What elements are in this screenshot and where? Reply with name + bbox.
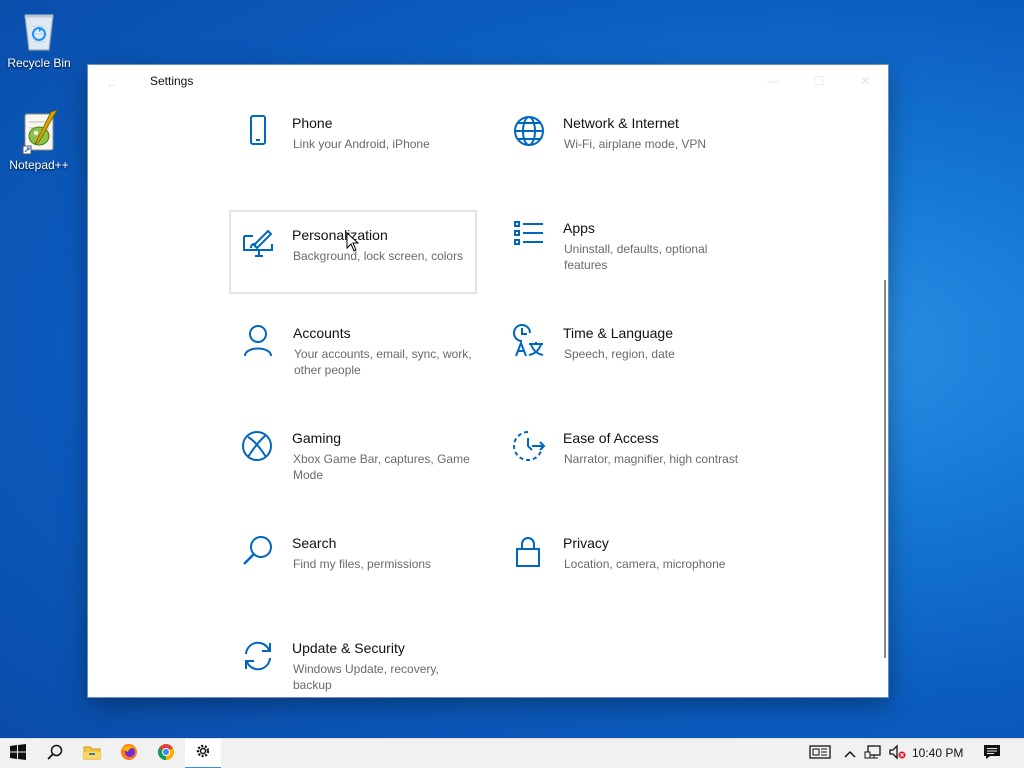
desktop-icon-label: Recycle Bin	[7, 56, 71, 70]
start-icon	[10, 743, 26, 765]
tile-name: Privacy	[563, 535, 609, 551]
tile-name: Apps	[563, 220, 595, 236]
search-icon	[241, 534, 275, 568]
tile-description: Wi-Fi, airplane mode, VPN	[564, 137, 707, 151]
person-icon	[242, 324, 276, 358]
notification-icon	[983, 744, 1001, 765]
show-hidden-icons-button[interactable]	[840, 739, 860, 768]
desktop-icon-label: Notepad++	[9, 158, 69, 172]
taskbar-clock[interactable]: 10:40 PM	[912, 746, 963, 760]
news-button[interactable]	[806, 739, 834, 768]
firefox-icon	[120, 743, 138, 766]
lock-icon	[512, 534, 546, 568]
tile-description: Uninstall, defaults, optional features	[564, 242, 708, 272]
tile-description: Location, camera, microphone	[564, 557, 726, 571]
volume-button[interactable]	[886, 739, 908, 768]
taskbar-chrome[interactable]	[148, 739, 184, 768]
maximize-button[interactable]: ☐	[796, 65, 842, 97]
notepad-plus-plus-icon	[17, 108, 61, 156]
tile-ease-of-access[interactable]: Ease of Access Narrator, magnifier, high…	[500, 423, 748, 507]
tile-description: Find my files, permissions	[293, 557, 432, 571]
tile-time-language[interactable]: Time & Language Speech, region, date	[500, 318, 748, 402]
apps-list-icon	[512, 219, 546, 253]
network-icon	[864, 744, 882, 765]
tile-description: Background, lock screen, colors	[293, 249, 464, 263]
time-language-icon	[512, 324, 546, 358]
tile-name: Personalization	[292, 227, 388, 243]
desktop-icon-recycle-bin[interactable]: Recycle Bin	[3, 6, 75, 70]
tile-description: Narrator, magnifier, high contrast	[564, 452, 739, 466]
tile-search[interactable]: Search Find my files, permissions	[229, 528, 477, 612]
tile-update-security[interactable]: Update & Security Windows Update, recove…	[229, 633, 477, 697]
tile-description: Link your Android, iPhone	[293, 137, 430, 151]
desktop-icon-notepad-plus-plus[interactable]: Notepad++	[3, 108, 75, 172]
taskbar-firefox[interactable]	[111, 739, 147, 768]
settings-gear-icon	[195, 743, 211, 764]
close-button[interactable]: ✕	[842, 65, 888, 97]
tile-name: Time & Language	[563, 325, 673, 341]
tile-apps[interactable]: Apps Uninstall, defaults, optional featu…	[500, 213, 748, 297]
paintbrush-monitor-icon	[241, 226, 275, 260]
sync-arrows-icon	[241, 639, 275, 673]
mouse-cursor-icon	[346, 231, 360, 252]
taskbar-search-button[interactable]	[37, 739, 73, 768]
chrome-icon	[157, 743, 175, 766]
taskbar-settings[interactable]	[185, 739, 221, 768]
vertical-scrollbar[interactable]	[884, 280, 886, 658]
tile-name: Network & Internet	[563, 115, 679, 131]
tile-name: Search	[292, 535, 337, 551]
tile-accounts[interactable]: Accounts Your accounts, email, sync, wor…	[230, 318, 478, 402]
tile-description: Your accounts, email, sync, work, other …	[294, 347, 472, 377]
network-button[interactable]	[862, 739, 884, 768]
tile-name: Phone	[292, 115, 333, 131]
news-icon	[809, 744, 831, 765]
tile-gaming[interactable]: Gaming Xbox Game Bar, captures, Game Mod…	[229, 423, 477, 507]
tile-description: Windows Update, recovery, backup	[293, 662, 439, 692]
tile-privacy[interactable]: Privacy Location, camera, microphone	[500, 528, 748, 612]
start-button[interactable]	[0, 739, 36, 768]
tile-name: Accounts	[293, 325, 351, 341]
recycle-bin-icon	[17, 6, 61, 54]
tile-description: Speech, region, date	[564, 347, 675, 361]
xbox-icon	[241, 429, 275, 463]
taskbar-file-explorer[interactable]	[74, 739, 110, 768]
taskbar: 10:40 PM	[0, 738, 1024, 768]
tile-name: Gaming	[292, 430, 342, 446]
phone-icon	[241, 114, 275, 148]
back-button[interactable]: ←	[98, 73, 126, 93]
ease-of-access-icon	[512, 429, 546, 463]
window-title: Settings	[150, 74, 194, 88]
tile-name: Update & Security	[292, 640, 405, 656]
volume-muted-icon	[888, 743, 906, 765]
globe-icon	[512, 114, 546, 148]
tile-description: Xbox Game Bar, captures, Game Mode	[293, 452, 470, 482]
minimize-button[interactable]: —	[750, 65, 796, 97]
search-icon	[47, 744, 63, 765]
tile-phone[interactable]: Phone Link your Android, iPhone	[229, 108, 477, 192]
tile-network-internet[interactable]: Network & Internet Wi-Fi, airplane mode,…	[500, 108, 748, 192]
settings-window: ← Settings — ☐ ✕ Phone Link your Android…	[88, 65, 888, 697]
title-bar: ← Settings — ☐ ✕	[88, 65, 888, 99]
file-explorer-icon	[83, 744, 101, 765]
tile-name: Ease of Access	[563, 430, 659, 446]
chevron-up-icon	[844, 745, 856, 763]
action-center-button[interactable]	[978, 739, 1006, 768]
